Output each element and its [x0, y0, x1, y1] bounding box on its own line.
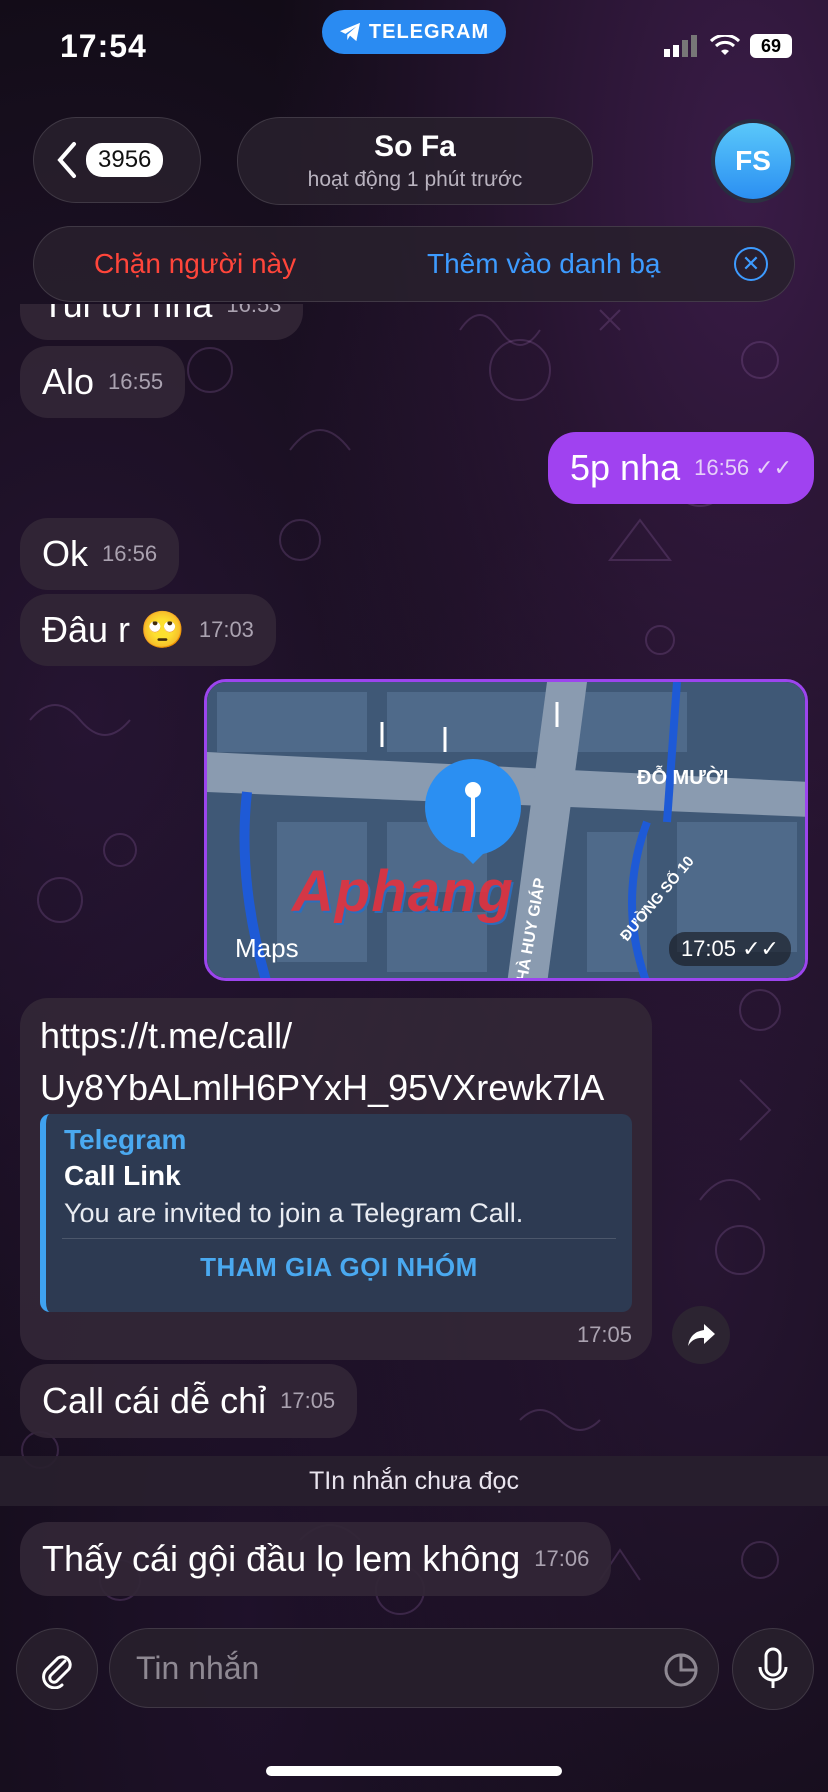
call-link[interactable]: https://t.me/call/ Uy8YbALmlH6PYxH_95VXr… [40, 1010, 604, 1114]
sticker-icon[interactable] [662, 1651, 700, 1689]
message-text: 5p nha [570, 447, 681, 488]
message-text: Ok [42, 533, 89, 574]
message-time: 17:05 [280, 1388, 336, 1413]
close-icon[interactable]: ✕ [734, 247, 768, 281]
contact-action-bar: Chặn người này Thêm vào danh bạ ✕ [33, 226, 795, 302]
message-text: Alo [42, 361, 95, 402]
telegram-badge[interactable]: TELEGRAM [322, 10, 506, 54]
unread-count-badge: 3956 [86, 143, 164, 177]
attach-button[interactable] [16, 1628, 98, 1710]
message-input-container [109, 1628, 719, 1708]
chevron-left-icon [57, 142, 76, 178]
back-button[interactable]: 3956 [33, 117, 201, 203]
preview-description: You are invited to join a Telegram Call. [64, 1198, 524, 1228]
status-time: 17:54 [60, 28, 147, 64]
telegram-badge-label: TELEGRAM [368, 20, 490, 43]
maps-attribution: Maps [235, 933, 299, 963]
add-contact-button[interactable]: Thêm vào danh bạ [427, 248, 661, 280]
message-bubble-outgoing[interactable]: 5p nha 16:56 ✓✓ [548, 432, 815, 504]
battery-level: 69 [750, 34, 792, 58]
watermark-logo: Aphang [292, 859, 514, 924]
microphone-icon [758, 1647, 788, 1688]
message-time: 16:56 [694, 455, 750, 480]
location-message[interactable]: ĐỖ MƯỜI HÀ HUY GIÁP ĐƯỜNG SỐ 10 Maps 17:… [204, 679, 808, 981]
message-text: Đâu r 🙄 [42, 609, 185, 650]
preview-site: Telegram [64, 1124, 187, 1155]
message-time: 17:05 ✓✓ [668, 932, 791, 966]
message-bubble[interactable]: Call cái dễ chỉ 17:05 [20, 1364, 358, 1438]
chat-title[interactable]: So Fa hoạt động 1 phút trước [237, 117, 593, 205]
message-text: Call cái dễ chỉ [42, 1380, 267, 1421]
contact-name: So Fa [374, 130, 456, 163]
contact-status: hoạt động 1 phút trước [307, 168, 523, 191]
message-bubble[interactable]: Ok 16:56 [20, 518, 180, 590]
message-text: Thấy cái gội đầu lọ lem không [42, 1538, 521, 1579]
read-checkmarks-icon: ✓✓ [742, 936, 779, 961]
link-preview[interactable]: Telegram Call Link You are invited to jo… [40, 1114, 632, 1312]
link-message[interactable]: https://t.me/call/ Uy8YbALmlH6PYxH_95VXr… [20, 998, 652, 1360]
block-user-button[interactable]: Chặn người này [94, 248, 296, 280]
microphone-button[interactable] [732, 1628, 814, 1710]
telegram-icon [339, 22, 360, 42]
message-time: 16:55 [108, 369, 164, 394]
divider [62, 1238, 616, 1239]
message-input[interactable] [134, 1648, 658, 1688]
status-indicators: 69 [664, 34, 792, 58]
message-time: 17:05 [576, 1322, 632, 1347]
home-indicator[interactable] [266, 1766, 562, 1776]
message-bubble[interactable]: Đâu r 🙄 17:03 [20, 594, 276, 666]
street-label: ĐỖ MƯỜI [637, 765, 728, 789]
avatar[interactable]: FS [711, 119, 795, 203]
share-button[interactable] [672, 1306, 730, 1364]
message-time: 17:06 [534, 1546, 590, 1571]
wifi-icon [710, 35, 740, 55]
message-bubble[interactable]: Thấy cái gội đầu lọ lem không 17:06 [20, 1522, 612, 1596]
read-checkmarks-icon: ✓✓ [755, 455, 793, 480]
message-bubble[interactable]: Alo 16:55 [20, 346, 186, 418]
preview-title: Call Link [64, 1160, 181, 1191]
join-group-call-button[interactable]: THAM GIA GỌI NHÓM [46, 1252, 632, 1283]
signal-icon [664, 35, 697, 57]
message-time: 16:56 [102, 541, 158, 566]
share-arrow-icon [688, 1324, 715, 1346]
message-time: 17:03 [198, 617, 254, 642]
paperclip-icon [42, 1655, 72, 1689]
unread-messages-divider: TIn nhắn chưa đọc [0, 1456, 828, 1506]
